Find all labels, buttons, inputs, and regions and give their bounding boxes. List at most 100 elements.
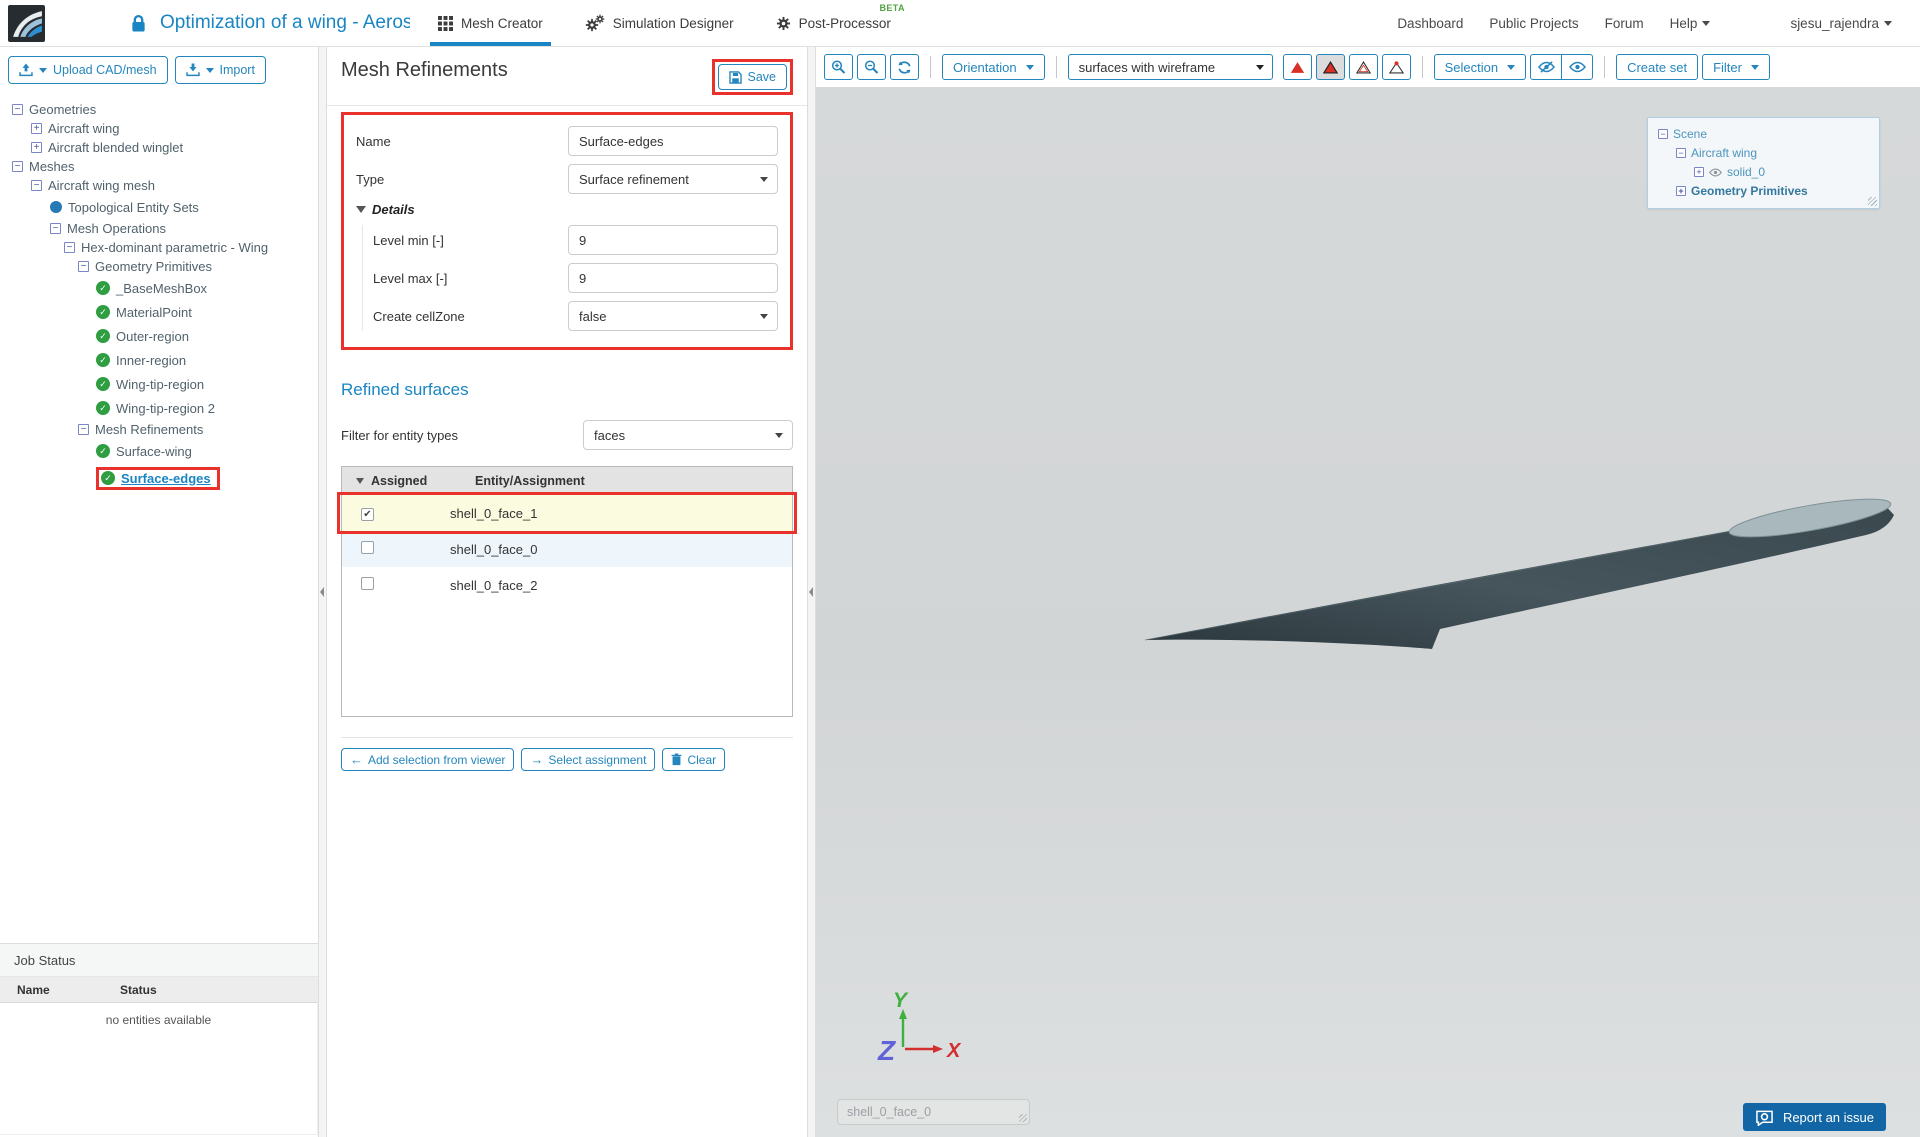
sidebar-splitter[interactable] [318, 47, 327, 1137]
tree-item-surface-edges[interactable]: Surface-edges [0, 463, 318, 493]
chevron-down-icon [1025, 64, 1034, 70]
collapse-icon[interactable] [50, 223, 61, 234]
triangle-outlined-icon [1323, 60, 1338, 75]
tree-item-aircraft-wing[interactable]: Aircraft wing [0, 119, 318, 138]
tab-simulation-designer[interactable]: Simulation Designer [583, 0, 736, 46]
top-bar: Optimization of a wing - Aerospac… Mesh … [0, 0, 1920, 47]
entity-filter-select[interactable]: faces [583, 420, 793, 450]
top-nav: Dashboard Public Projects Forum Help sje… [1397, 16, 1920, 31]
tree-item-hex-dominant-parametric-wing[interactable]: Hex-dominant parametric - Wing [0, 238, 318, 257]
create-cellzone-select[interactable]: false [568, 301, 778, 331]
assigned-checkbox[interactable] [361, 508, 374, 522]
collapse-icon[interactable] [12, 161, 23, 172]
zoom-out-button[interactable] [857, 54, 886, 80]
assigned-checkbox[interactable] [361, 577, 374, 590]
expand-icon[interactable] [1694, 167, 1704, 177]
tree-item-basemeshbox[interactable]: _BaseMeshBox [0, 276, 318, 300]
table-row-shell-0-face-1[interactable]: shell_0_face_1 [337, 492, 797, 534]
collapse-icon[interactable] [12, 104, 23, 115]
user-menu[interactable]: sjesu_rajendra [1790, 16, 1892, 31]
show-selection-button[interactable] [1561, 55, 1592, 79]
collapse-icon[interactable] [64, 242, 75, 253]
tab-mesh-creator[interactable]: Mesh Creator [430, 0, 551, 46]
orientation-dropdown[interactable]: Orientation [942, 54, 1045, 80]
tree-item-mesh-refinements[interactable]: Mesh Refinements [0, 420, 318, 439]
zoom-in-button[interactable] [824, 54, 853, 80]
select-assignment-button[interactable]: → Select assignment [521, 748, 656, 771]
expand-icon[interactable] [1676, 186, 1686, 196]
tab-post-processor[interactable]: Post-Processor BETA [774, 0, 904, 46]
tree-item-inner-region[interactable]: Inner-region [0, 348, 318, 372]
expand-icon[interactable] [31, 123, 42, 134]
chevron-down-icon [39, 67, 47, 73]
project-tree-sidebar: Upload CAD/mesh Import Geometries Aircra… [0, 47, 318, 1137]
save-button[interactable]: Save [717, 64, 787, 90]
check-circle-icon [96, 305, 110, 319]
collapse-icon[interactable] [1658, 129, 1668, 139]
axis-orientation-widget: Y X Z [877, 989, 962, 1066]
collapse-icon[interactable] [31, 180, 42, 191]
import-button[interactable]: Import [174, 56, 266, 84]
tree-item-geometries[interactable]: Geometries [0, 100, 318, 119]
viewer-canvas[interactable]: Scene Aircraft wing solid_0 Geometry Pri… [816, 87, 1920, 1137]
upload-cad-mesh-button[interactable]: Upload CAD/mesh [8, 56, 168, 84]
type-select[interactable]: Surface refinement [568, 164, 778, 194]
tree-item-wing-tip-region-2[interactable]: Wing-tip-region 2 [0, 396, 318, 420]
level-max-input[interactable] [568, 263, 778, 293]
display-mode-select[interactable]: surfaces with wireframe [1067, 54, 1273, 80]
mesh-view-solid-button[interactable] [1282, 54, 1312, 80]
table-row-shell-0-face-0[interactable]: shell_0_face_0 [342, 531, 792, 567]
check-circle-icon [96, 401, 110, 415]
scene-tree-item-solid-0[interactable]: solid_0 [1658, 164, 1879, 180]
tree-item-topological-entity-sets[interactable]: Topological Entity Sets [0, 195, 318, 219]
assigned-column-header[interactable]: Assigned [371, 474, 427, 488]
tree-item-materialpoint[interactable]: MaterialPoint [0, 300, 318, 324]
nav-public-projects[interactable]: Public Projects [1489, 16, 1578, 31]
wing-3d-model[interactable] [816, 87, 1920, 1097]
selection-dropdown[interactable]: Selection [1433, 54, 1527, 80]
scene-tree-item-aircraft-wing[interactable]: Aircraft wing [1658, 145, 1879, 161]
project-title[interactable]: Optimization of a wing - Aerospac… [160, 12, 410, 34]
nav-forum[interactable]: Forum [1605, 16, 1644, 31]
simscale-logo[interactable] [8, 4, 45, 42]
collapse-icon[interactable] [78, 424, 89, 435]
scene-tree-item-scene[interactable]: Scene [1658, 126, 1879, 142]
filter-dropdown[interactable]: Filter [1702, 54, 1770, 80]
tree-item-outer-region[interactable]: Outer-region [0, 324, 318, 348]
create-set-button[interactable]: Create set [1616, 54, 1699, 80]
tree-item-mesh-operations[interactable]: Mesh Operations [0, 219, 318, 238]
expand-icon[interactable] [31, 142, 42, 153]
tree-item-surface-wing[interactable]: Surface-wing [0, 439, 318, 463]
table-row-shell-0-face-2[interactable]: shell_0_face_2 [342, 567, 792, 603]
nav-dashboard[interactable]: Dashboard [1397, 16, 1463, 31]
reset-view-button[interactable] [890, 54, 919, 80]
tree-item-aircraft-wing-mesh[interactable]: Aircraft wing mesh [0, 176, 318, 195]
tree-item-geometry-primitives[interactable]: Geometry Primitives [0, 257, 318, 276]
tree-item-wing-tip-region[interactable]: Wing-tip-region [0, 372, 318, 396]
collapse-icon[interactable] [78, 261, 89, 272]
mesh-view-surface-wireframe-button[interactable] [1315, 54, 1345, 80]
hide-selection-button[interactable] [1531, 55, 1561, 79]
eye-icon[interactable] [1709, 168, 1722, 177]
axis-z-label: Z [877, 1035, 896, 1066]
clear-button[interactable]: Clear [662, 748, 726, 771]
collapse-icon[interactable] [1676, 148, 1686, 158]
nav-help-menu[interactable]: Help [1670, 16, 1711, 31]
panel-splitter[interactable] [807, 47, 816, 1137]
level-min-input[interactable] [568, 225, 778, 255]
assigned-checkbox[interactable] [361, 541, 374, 554]
mesh-view-points-button[interactable] [1381, 54, 1411, 80]
chevron-down-icon [1702, 21, 1711, 27]
collapse-triangle-icon[interactable] [356, 206, 366, 213]
scene-tree-item-geometry-primitives[interactable]: Geometry Primitives [1658, 183, 1879, 199]
entity-column-header[interactable]: Entity/Assignment [450, 474, 585, 488]
add-selection-from-viewer-button[interactable]: ← Add selection from viewer [341, 748, 515, 771]
name-input[interactable] [568, 126, 778, 156]
camera-feedback-icon [1755, 1109, 1774, 1126]
sort-descending-icon[interactable] [356, 477, 364, 484]
tree-item-aircraft-blended-winglet[interactable]: Aircraft blended winglet [0, 138, 318, 157]
mesh-view-wireframe-button[interactable] [1348, 54, 1378, 80]
tree-item-meshes[interactable]: Meshes [0, 157, 318, 176]
report-an-issue-button[interactable]: Report an issue [1742, 1103, 1886, 1131]
level-min-label: Level min [-] [373, 232, 444, 248]
